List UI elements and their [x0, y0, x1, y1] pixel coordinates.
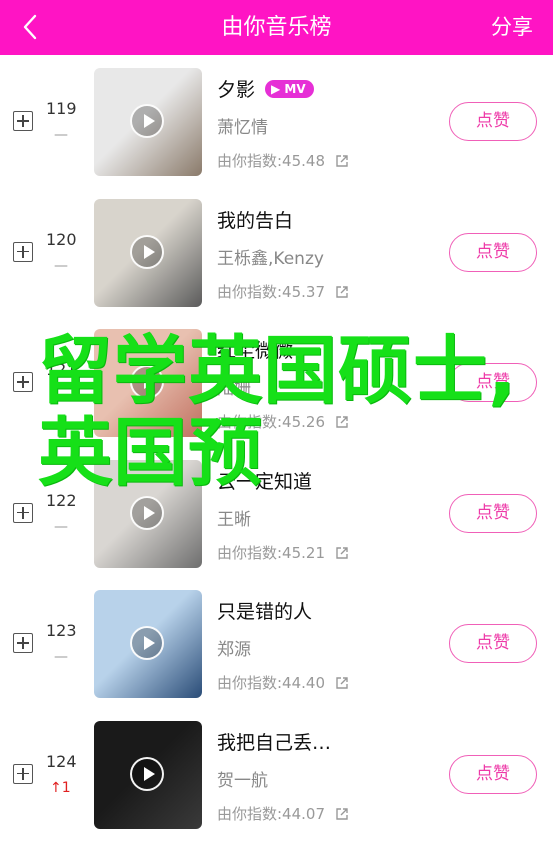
like-button[interactable]: 点赞 [449, 754, 537, 794]
artist-name: 萧忆情 [217, 118, 268, 138]
song-title[interactable]: 我把自己丢… [217, 728, 331, 755]
overlay-watermark-text: 留学英国硕士,英国预 [38, 328, 518, 496]
add-to-playlist-icon[interactable] [13, 763, 33, 784]
popularity-index-text: 由你指数:45.21 [217, 543, 325, 562]
popularity-index-text: 由你指数:44.40 [217, 674, 325, 692]
song-title-text: 我的告白 [217, 209, 294, 232]
external-link-icon[interactable] [335, 285, 349, 299]
artist-name: 郑源 [217, 640, 251, 660]
mv-badge-label: MV [284, 82, 306, 96]
popularity-index: 由你指数:45.37 [217, 281, 349, 302]
popularity-index: 由你指数:44.40 [217, 672, 349, 693]
external-link-icon[interactable] [335, 546, 349, 560]
play-icon[interactable] [130, 756, 164, 791]
song-row[interactable]: 119 — 夕影 ▶ MV 萧忆情 由你指数:45.48 点赞 [0, 55, 553, 186]
like-button[interactable]: 点赞 [449, 493, 537, 533]
song-row[interactable]: 120 — 我的告白 王栎鑫,Kenzy 由你指数:45.37 点赞 [0, 186, 553, 317]
like-button[interactable]: 点赞 [449, 232, 537, 272]
play-icon[interactable] [130, 495, 164, 530]
popularity-index: 由你指数:45.48 [217, 150, 349, 171]
artist-name: 贺一航 [217, 770, 268, 791]
rank-trend: ↑1 [50, 779, 71, 796]
song-title-text: 我把自己丢… [217, 731, 332, 754]
like-button[interactable]: 点赞 [449, 624, 537, 663]
popularity-index-text: 由你指数:45.37 [217, 282, 325, 301]
add-to-playlist-icon[interactable] [13, 372, 33, 392]
rank-trend: — [54, 518, 68, 535]
album-cover[interactable] [94, 68, 202, 176]
artist-name: 王晰 [217, 509, 251, 530]
song-title-text: 夕影 [217, 79, 256, 101]
play-icon[interactable] [130, 234, 164, 269]
rank-number: 120 [46, 229, 77, 249]
play-icon[interactable] [130, 626, 164, 660]
page-title: 由你音乐榜 [221, 15, 332, 40]
add-to-playlist-icon[interactable] [13, 111, 33, 131]
add-to-playlist-icon[interactable] [13, 633, 33, 653]
song-title[interactable]: 只是错的人 [217, 597, 312, 624]
rank-trend: — [54, 127, 68, 143]
popularity-index-text: 由你指数:45.48 [217, 152, 325, 170]
song-title[interactable]: 我的告白 [217, 206, 293, 233]
song-row[interactable]: 124 ↑1 我把自己丢… 贺一航 由你指数:44.07 点赞 [0, 708, 553, 839]
album-cover[interactable] [94, 590, 202, 698]
popularity-index-text: 由你指数:44.07 [217, 804, 325, 823]
external-link-icon[interactable] [335, 676, 349, 690]
rank-number: 124 [46, 751, 77, 771]
share-button[interactable]: 分享 [491, 0, 533, 55]
song-row[interactable]: 123 — 只是错的人 郑源 由你指数:44.40 点赞 [0, 577, 553, 708]
like-button[interactable]: 点赞 [449, 102, 537, 141]
artist-name: 王栎鑫,Kenzy [217, 248, 324, 269]
album-cover[interactable] [94, 720, 202, 829]
add-to-playlist-icon[interactable] [13, 241, 33, 262]
add-to-playlist-icon[interactable] [13, 502, 33, 523]
rank-trend: — [54, 257, 68, 274]
play-icon[interactable] [130, 104, 164, 138]
album-cover[interactable] [94, 198, 202, 307]
external-link-icon[interactable] [335, 154, 349, 168]
rank-trend: — [54, 649, 68, 665]
rank-number: 119 [46, 99, 77, 118]
top-bar: 由你音乐榜 分享 [0, 0, 553, 55]
song-title[interactable]: 夕影 ▶ MV [217, 75, 314, 102]
mv-badge[interactable]: ▶ MV [265, 80, 314, 98]
external-link-icon[interactable] [335, 807, 349, 821]
rank-number: 123 [46, 621, 77, 640]
song-title-text: 只是错的人 [217, 601, 313, 623]
popularity-index: 由你指数:45.21 [217, 542, 349, 563]
popularity-index: 由你指数:44.07 [217, 803, 349, 824]
